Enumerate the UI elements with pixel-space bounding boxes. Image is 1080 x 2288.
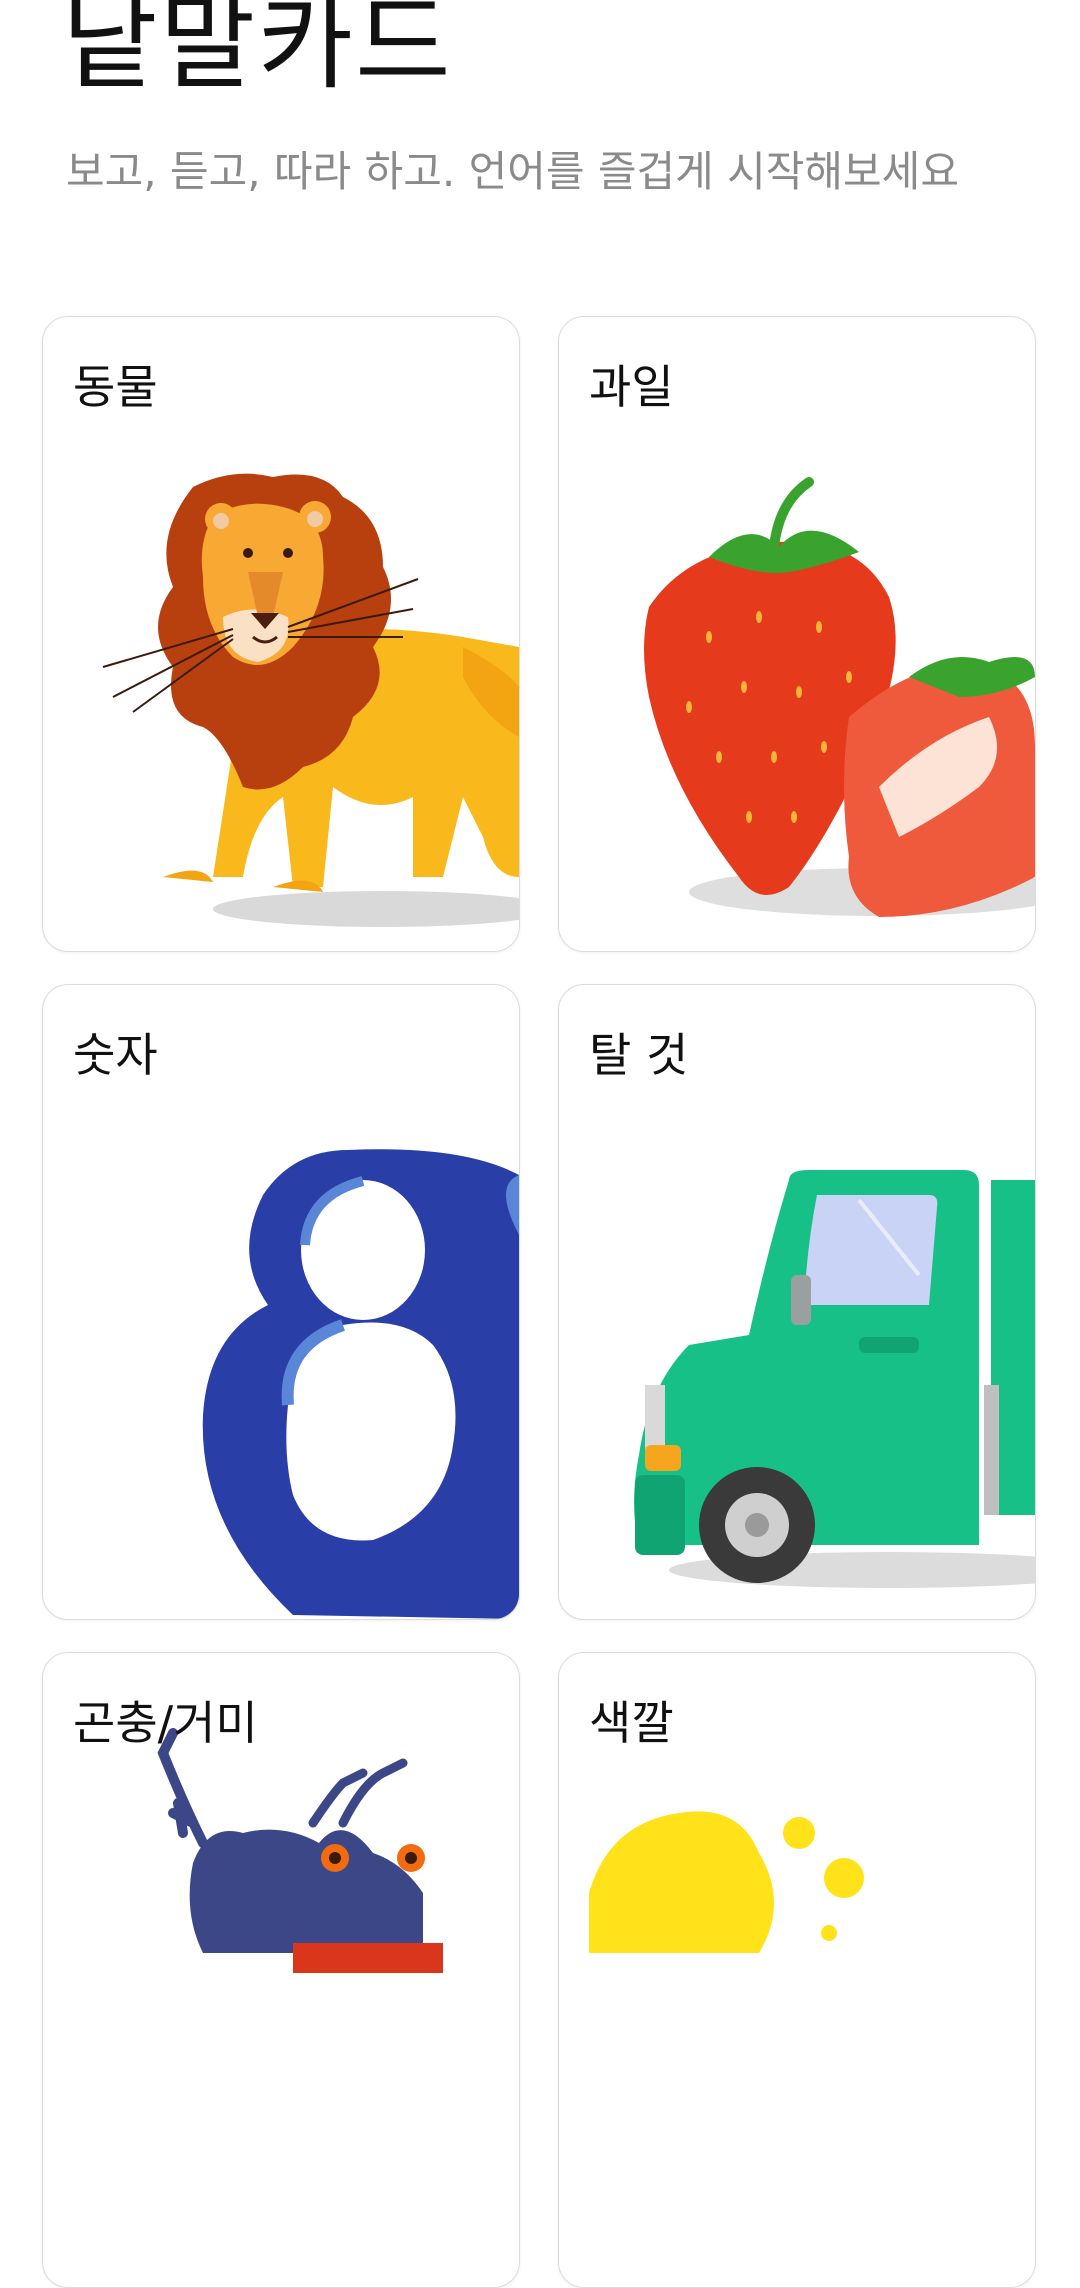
page-subtitle: 보고, 듣고, 따라 하고. 언어를 즐겁게 시작해보세요	[66, 147, 959, 196]
category-grid: 동물 과일 숫자 탈 것 곤충/거미 색깔	[42, 316, 1038, 2288]
category-card-vehicles[interactable]: 탈 것	[558, 984, 1036, 1620]
category-label: 곤충/거미	[73, 1696, 258, 1750]
category-label: 색깔	[589, 1696, 674, 1750]
category-label: 과일	[589, 360, 674, 414]
category-card-fruits[interactable]: 과일	[558, 316, 1036, 952]
category-card-numbers[interactable]: 숫자	[42, 984, 520, 1620]
category-label: 동물	[73, 360, 158, 414]
category-label: 탈 것	[589, 1028, 689, 1082]
page-title: 낱말카드	[62, 0, 453, 104]
category-card-animals[interactable]: 동물	[42, 316, 520, 952]
category-card-insects[interactable]: 곤충/거미	[42, 1652, 520, 2288]
category-label: 숫자	[73, 1028, 158, 1082]
category-card-colors[interactable]: 색깔	[558, 1652, 1036, 2288]
